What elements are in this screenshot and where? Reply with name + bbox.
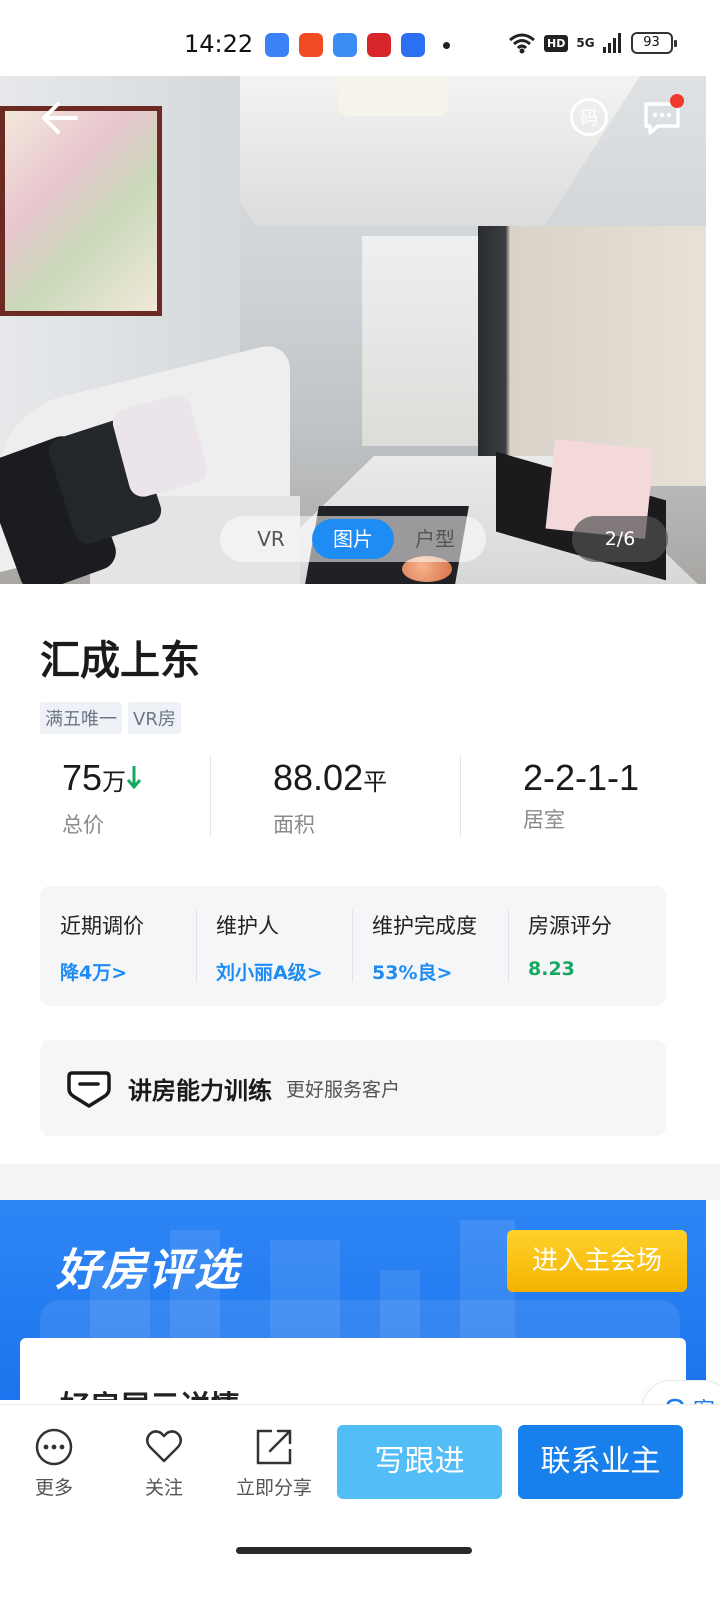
- price-down-icon: [126, 766, 142, 790]
- training-title: 讲房能力训练: [128, 1076, 272, 1105]
- info-label: 近期调价: [60, 914, 144, 938]
- banner-card-title: 好房展示详情: [60, 1382, 240, 1400]
- area-unit: 平: [363, 769, 388, 796]
- stat-price: 75万 总价: [40, 756, 210, 837]
- app-notification-icon: [333, 33, 357, 57]
- home-indicator[interactable]: [236, 1547, 472, 1554]
- tab-vr[interactable]: VR: [230, 519, 312, 559]
- more-icon: [35, 1428, 73, 1466]
- layout-value: 2-2-1-1: [523, 757, 640, 798]
- listing-photo[interactable]: [0, 76, 706, 584]
- price-label: 总价: [62, 813, 104, 837]
- price-value: 75万: [62, 756, 210, 805]
- share-icon: [256, 1429, 292, 1465]
- training-entry[interactable]: 讲房能力训练 更好服务客户: [40, 1040, 666, 1136]
- bottom-action-bar: 更多 关注 立即分享 写跟进 联系业主: [0, 1404, 720, 1600]
- key-stats: 75万 总价 88.02平 面积 2-2-1-1 居室: [40, 756, 680, 837]
- wifi-icon: [509, 33, 535, 54]
- tag-manwu-weiyi: 满五唯一: [40, 702, 122, 734]
- section-divider: [0, 1164, 720, 1200]
- video-app-notification-icon: [299, 33, 323, 57]
- area-number: 88.02: [273, 757, 364, 798]
- banner-skyline: [40, 1300, 680, 1340]
- app-notification-icon: [367, 33, 391, 57]
- notification-icons: [265, 33, 450, 57]
- info-label: 维护人: [216, 914, 279, 938]
- stat-area: 88.02平 面积: [210, 756, 460, 837]
- speech-bubble-icon: [67, 1071, 111, 1108]
- more-notifications-dot: [443, 41, 450, 49]
- heart-icon: [146, 1430, 182, 1463]
- network-type: 5G: [576, 36, 595, 50]
- price-unit: 万: [102, 769, 127, 796]
- info-value[interactable]: 53%良>: [372, 958, 508, 985]
- hd-badge: HD: [544, 34, 569, 52]
- tag-vr-house: VR房: [128, 702, 181, 734]
- photo-hallway: [362, 236, 482, 446]
- info-value: 8.23: [528, 958, 575, 980]
- photo-counter: 2/6: [572, 516, 668, 562]
- status-time: 14:22: [184, 30, 254, 58]
- share-label: 立即分享: [235, 1477, 312, 1499]
- info-value[interactable]: 降4万>: [60, 958, 196, 985]
- price-number: 75: [62, 757, 103, 798]
- banner-card: 好房展示详情: [20, 1338, 686, 1400]
- info-price-change[interactable]: 近期调价 降4万>: [40, 910, 196, 1006]
- enter-main-venue-button[interactable]: 进入主会场: [507, 1230, 687, 1292]
- system-indicators: HD 5G 93: [508, 32, 677, 54]
- info-label: 房源评分: [528, 914, 612, 938]
- media-tabs: VR 图片 户型: [220, 516, 486, 562]
- area-label: 面积: [273, 813, 315, 837]
- good-house-banner[interactable]: 好房评选 进入主会场 好房展示详情: [0, 1200, 706, 1400]
- app-notification-icon: [401, 33, 425, 57]
- layout-label: 居室: [523, 808, 565, 832]
- write-followup-button[interactable]: 写跟进: [337, 1425, 502, 1499]
- tab-floor-plan[interactable]: 户型: [394, 519, 476, 559]
- status-bar: 14:22 HD 5G 93: [0, 0, 720, 76]
- listing-tags: 满五唯一 VR房: [40, 702, 181, 734]
- photo-ceiling-lamp: [338, 76, 448, 116]
- info-maintainer[interactable]: 维护人 刘小丽A级>: [196, 910, 352, 1006]
- banner-title: 好房评选: [56, 1245, 240, 1296]
- unread-badge: [670, 94, 684, 108]
- share-button[interactable]: 立即分享: [224, 1427, 324, 1500]
- contact-owner-button[interactable]: 联系业主: [518, 1425, 683, 1499]
- area-value: 88.02平: [273, 756, 460, 805]
- qr-code-button[interactable]: 码: [570, 98, 608, 136]
- follow-label: 关注: [144, 1477, 183, 1499]
- training-subtitle: 更好服务客户: [286, 1078, 401, 1101]
- tab-photos[interactable]: 图片: [312, 519, 394, 559]
- more-label: 更多: [34, 1477, 73, 1499]
- listing-title: 汇成上东: [40, 638, 200, 684]
- battery-icon: 93: [630, 32, 677, 54]
- maintenance-info-card: 近期调价 降4万> 维护人 刘小丽A级> 维护完成度 53%良> 房源评分 8.…: [40, 886, 666, 1006]
- info-value[interactable]: 刘小丽A级>: [216, 958, 352, 985]
- back-arrow-icon[interactable]: [36, 96, 84, 140]
- stat-layout: 2-2-1-1 居室: [460, 756, 680, 836]
- app-notification-icon: [265, 33, 289, 57]
- more-button[interactable]: 更多: [4, 1427, 104, 1500]
- info-label: 维护完成度: [372, 914, 477, 938]
- info-rating[interactable]: 房源评分 8.23: [508, 910, 664, 1006]
- info-completion[interactable]: 维护完成度 53%良>: [352, 910, 508, 1006]
- follow-button[interactable]: 关注: [114, 1427, 214, 1500]
- signal-icon: [602, 33, 621, 53]
